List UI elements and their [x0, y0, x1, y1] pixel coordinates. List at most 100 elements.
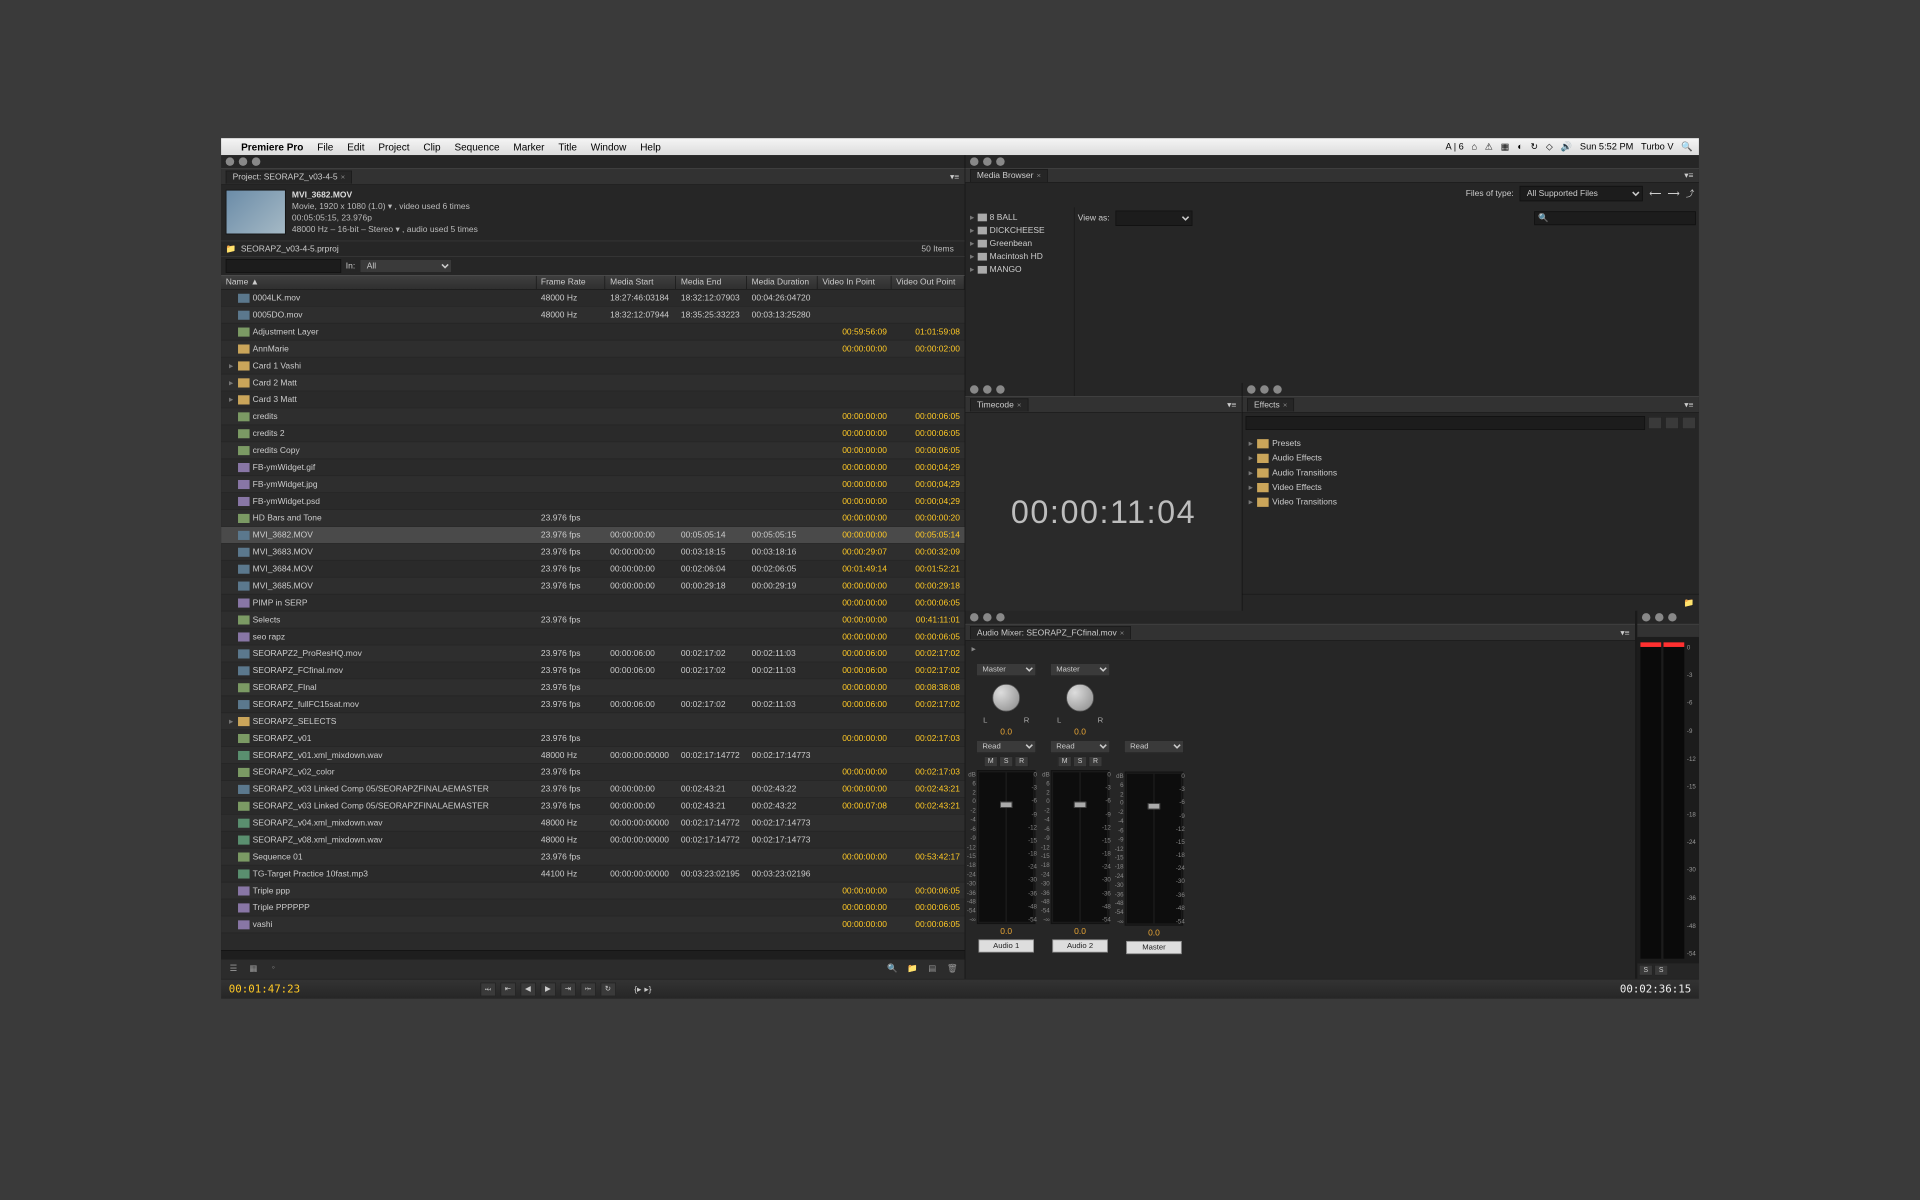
panel-menu-icon[interactable]: ▾≡: [1226, 399, 1237, 409]
channel-gain-value[interactable]: 0.0: [1000, 927, 1012, 936]
mute-button[interactable]: M: [1058, 756, 1072, 767]
bin-row[interactable]: FB-ymWidget.jpg00:00:00:0000:00;04;29: [221, 476, 965, 493]
channel-meter[interactable]: dB620-2-4-6-9-12-15-18-24-30-36-48-54-∞0…: [977, 770, 1035, 924]
col-mediaend-header[interactable]: Media End: [676, 276, 747, 289]
fader-handle[interactable]: [1074, 801, 1086, 807]
bin-row[interactable]: SEORAPZ_v04.xml_mixdown.wav48000 Hz00:00…: [221, 815, 965, 832]
zoom-window[interactable]: [252, 157, 260, 165]
bin-row[interactable]: FB-ymWidget.psd00:00:00:0000:00;04;29: [221, 493, 965, 510]
bin-search-input[interactable]: [226, 259, 341, 273]
timecode-display[interactable]: 00:00:11:04: [1011, 493, 1196, 530]
bin-row[interactable]: HD Bars and Tone23.976 fps00:00:00:0000:…: [221, 510, 965, 527]
effects-folder[interactable]: ▸Presets: [1246, 436, 1696, 451]
effects-folder[interactable]: ▸Audio Effects: [1246, 451, 1696, 466]
adobe-icon[interactable]: A | 6: [1445, 141, 1463, 152]
step-back[interactable]: ⇤: [500, 982, 515, 996]
channel-name[interactable]: Master: [1126, 941, 1181, 954]
project-bin-list[interactable]: 0004LK.mov48000 Hz18:27:46:0318418:32:12…: [221, 290, 965, 950]
pan-knob[interactable]: [992, 684, 1020, 712]
col-videoout-header[interactable]: Video Out Point: [892, 276, 965, 289]
pan-value[interactable]: 0.0: [1074, 728, 1086, 737]
channel-name[interactable]: Audio 1: [978, 939, 1033, 952]
nav-fwd-icon[interactable]: ⟶: [1668, 189, 1680, 199]
effects-tab[interactable]: Effects×: [1247, 398, 1294, 411]
nav-up-icon[interactable]: ⤴: [1686, 187, 1694, 199]
col-mediaduration-header[interactable]: Media Duration: [747, 276, 818, 289]
pan-value[interactable]: 0.0: [1000, 728, 1012, 737]
bin-row[interactable]: AnnMarie00:00:00:0000:00:02:00: [221, 341, 965, 358]
close-tab-icon[interactable]: ×: [1036, 172, 1040, 180]
go-to-out[interactable]: ⤠: [580, 982, 595, 996]
timecode-tab[interactable]: Timecode×: [970, 398, 1028, 411]
channel-gain-value[interactable]: 0.0: [1148, 929, 1160, 938]
menu-project[interactable]: Project: [378, 141, 409, 153]
bin-row[interactable]: credits00:00:00:0000:00:06:05: [221, 408, 965, 425]
channel-route-select[interactable]: Master: [976, 663, 1036, 676]
effects-folder[interactable]: ▸Video Effects: [1246, 480, 1696, 495]
record-button[interactable]: R: [1015, 756, 1029, 767]
automation-mode-select[interactable]: Read: [976, 740, 1036, 753]
col-videoin-header[interactable]: Video In Point: [818, 276, 892, 289]
mute-button[interactable]: M: [984, 756, 998, 767]
automation-mode-select[interactable]: Read: [1124, 740, 1184, 753]
menu-clip[interactable]: Clip: [423, 141, 440, 153]
menu-title[interactable]: Title: [558, 141, 577, 153]
step-forward[interactable]: ⇥: [560, 982, 575, 996]
close-tab-icon[interactable]: ×: [341, 173, 345, 181]
effects-folder[interactable]: ▸Audio Transitions: [1246, 465, 1696, 480]
bin-row[interactable]: Triple ppp00:00:00:0000:00:06:05: [221, 882, 965, 899]
list-view-icon[interactable]: ☰: [227, 963, 239, 975]
bin-row[interactable]: SEORAPZ_FInal23.976 fps00:00:00:0000:08:…: [221, 679, 965, 696]
fx-accelerated-icon[interactable]: [1648, 417, 1662, 429]
bin-row[interactable]: MVI_3682.MOV23.976 fps00:00:00:0000:05:0…: [221, 527, 965, 544]
menu-window[interactable]: Window: [591, 141, 627, 153]
bin-row[interactable]: SEORAPZ_fullFC15sat.mov23.976 fps00:00:0…: [221, 696, 965, 713]
bin-row[interactable]: Triple PPPPPP00:00:00:0000:00:06:05: [221, 899, 965, 916]
bin-row[interactable]: 0004LK.mov48000 Hz18:27:46:0318418:32:12…: [221, 290, 965, 307]
bin-row[interactable]: MVI_3684.MOV23.976 fps00:00:00:0000:02:0…: [221, 561, 965, 578]
panel-menu-icon[interactable]: ▾≡: [1620, 627, 1631, 637]
menu-file[interactable]: File: [317, 141, 333, 153]
find-icon[interactable]: 🔍: [886, 963, 898, 975]
new-bin-icon[interactable]: 📁: [1684, 598, 1695, 608]
playhead-timecode[interactable]: 00:01:47:23: [229, 983, 300, 995]
loop-icon[interactable]: {▸: [634, 984, 641, 994]
volume-icon[interactable]: 🔊: [1561, 141, 1573, 152]
effects-search-input[interactable]: [1246, 416, 1645, 430]
project-tab[interactable]: Project: SEORAPZ_v03-4-5×: [226, 170, 352, 183]
minimize-window[interactable]: [239, 157, 247, 165]
fx-32bit-icon[interactable]: [1665, 417, 1679, 429]
solo-toggle[interactable]: S: [1654, 965, 1668, 976]
status-icon[interactable]: ⚠: [1485, 141, 1493, 152]
bin-row[interactable]: credits Copy00:00:00:0000:00:06:05: [221, 442, 965, 459]
bin-row[interactable]: seo rapz00:00:00:0000:00:06:05: [221, 628, 965, 645]
timemachine-icon[interactable]: ◐: [1517, 141, 1523, 152]
media-browser-tree[interactable]: ▸8 BALL▸DICKCHEESE▸Greenbean▸Macintosh H…: [965, 207, 1074, 401]
bluetooth-icon[interactable]: ▦: [1501, 141, 1510, 152]
bin-row[interactable]: SEORAPZ_v03 Linked Comp 05/SEORAPZFINALA…: [221, 798, 965, 815]
menu-sequence[interactable]: Sequence: [454, 141, 499, 153]
bin-row[interactable]: SEORAPZ_FCfinal.mov23.976 fps00:00:06:00…: [221, 662, 965, 679]
nav-back-icon[interactable]: ⟵: [1649, 189, 1661, 199]
close-tab-icon[interactable]: ×: [1283, 401, 1287, 409]
bin-row[interactable]: Selects23.976 fps00:00:00:0000:41:11:01: [221, 612, 965, 629]
bin-row[interactable]: MVI_3685.MOV23.976 fps00:00:00:0000:00:2…: [221, 578, 965, 595]
effects-tree[interactable]: ▸Presets▸Audio Effects▸Audio Transitions…: [1242, 433, 1698, 594]
new-item-icon[interactable]: ▤: [926, 963, 938, 975]
loop[interactable]: ↻: [600, 982, 615, 996]
media-browser-content[interactable]: [1078, 229, 1696, 398]
bin-row[interactable]: 0005DO.mov48000 Hz18:32:12:0794418:35:25…: [221, 307, 965, 324]
icon-view-icon[interactable]: ▦: [247, 963, 259, 975]
channel-name[interactable]: Audio 2: [1052, 939, 1107, 952]
horizontal-scrollbar[interactable]: [221, 950, 965, 958]
app-name[interactable]: Premiere Pro: [241, 141, 303, 153]
panel-menu-icon[interactable]: ▾≡: [949, 172, 960, 182]
play[interactable]: ▶: [540, 982, 555, 996]
clip-thumbnail[interactable]: [226, 190, 286, 235]
loop-end-icon[interactable]: ▸}: [644, 984, 651, 994]
menu-edit[interactable]: Edit: [347, 141, 364, 153]
bin-row[interactable]: FB-ymWidget.gif00:00:00:0000:00;04;29: [221, 459, 965, 476]
bin-row[interactable]: ▸Card 3 Matt: [221, 391, 965, 408]
user-name[interactable]: Turbo V: [1641, 141, 1674, 152]
bin-row[interactable]: MVI_3683.MOV23.976 fps00:00:00:0000:03:1…: [221, 544, 965, 561]
